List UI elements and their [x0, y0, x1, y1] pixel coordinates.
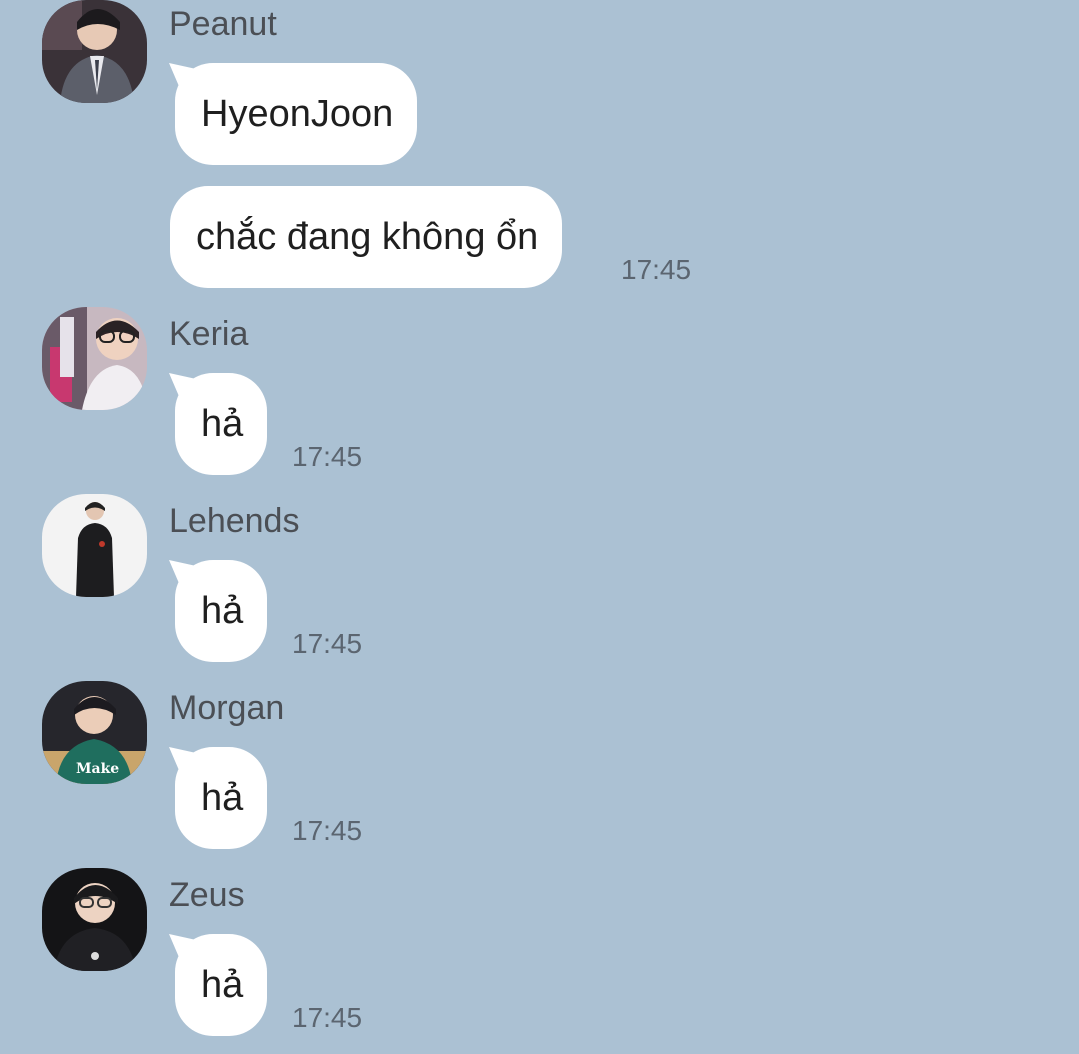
message-time: 17:45 [292, 815, 363, 846]
message-bubble[interactable]: chắc đang không ổn [170, 186, 563, 288]
message-bubble[interactable]: HyeonJoon [175, 63, 418, 165]
message-text: HyeonJoon [201, 92, 394, 135]
sender-name: Morgan [169, 689, 285, 727]
avatar-peanut[interactable] [42, 0, 147, 103]
sender-name: Keria [169, 315, 249, 353]
avatar-lehends[interactable] [42, 494, 147, 597]
message-text: hả [201, 776, 244, 819]
message-bubble[interactable]: hả [175, 560, 268, 662]
message-time: 17:45 [292, 628, 363, 659]
message-time: 17:45 [292, 1002, 363, 1033]
avatar-image [42, 868, 147, 971]
avatar-image: Make [42, 681, 147, 784]
message-text: hả [201, 963, 244, 1006]
message-time: 17:45 [621, 254, 692, 285]
avatar-morgan[interactable]: Make [42, 681, 147, 784]
avatar-image [42, 0, 147, 103]
avatar-keria[interactable] [42, 307, 147, 410]
sender-name: Lehends [169, 502, 300, 540]
message-bubble[interactable]: hả [175, 934, 268, 1036]
avatar-image [42, 494, 147, 597]
message-text: chắc đang không ổn [196, 215, 539, 258]
sender-name: Zeus [169, 876, 245, 914]
message-bubble[interactable]: hả [175, 747, 268, 849]
message-bubble[interactable]: hả [175, 373, 268, 475]
sender-name: Peanut [169, 5, 277, 43]
message-time: 17:45 [292, 441, 363, 472]
svg-text:Make: Make [76, 761, 119, 777]
message-text: hả [201, 402, 244, 445]
avatar-zeus[interactable] [42, 868, 147, 971]
avatar-image [42, 307, 147, 410]
message-text: hả [201, 589, 244, 632]
